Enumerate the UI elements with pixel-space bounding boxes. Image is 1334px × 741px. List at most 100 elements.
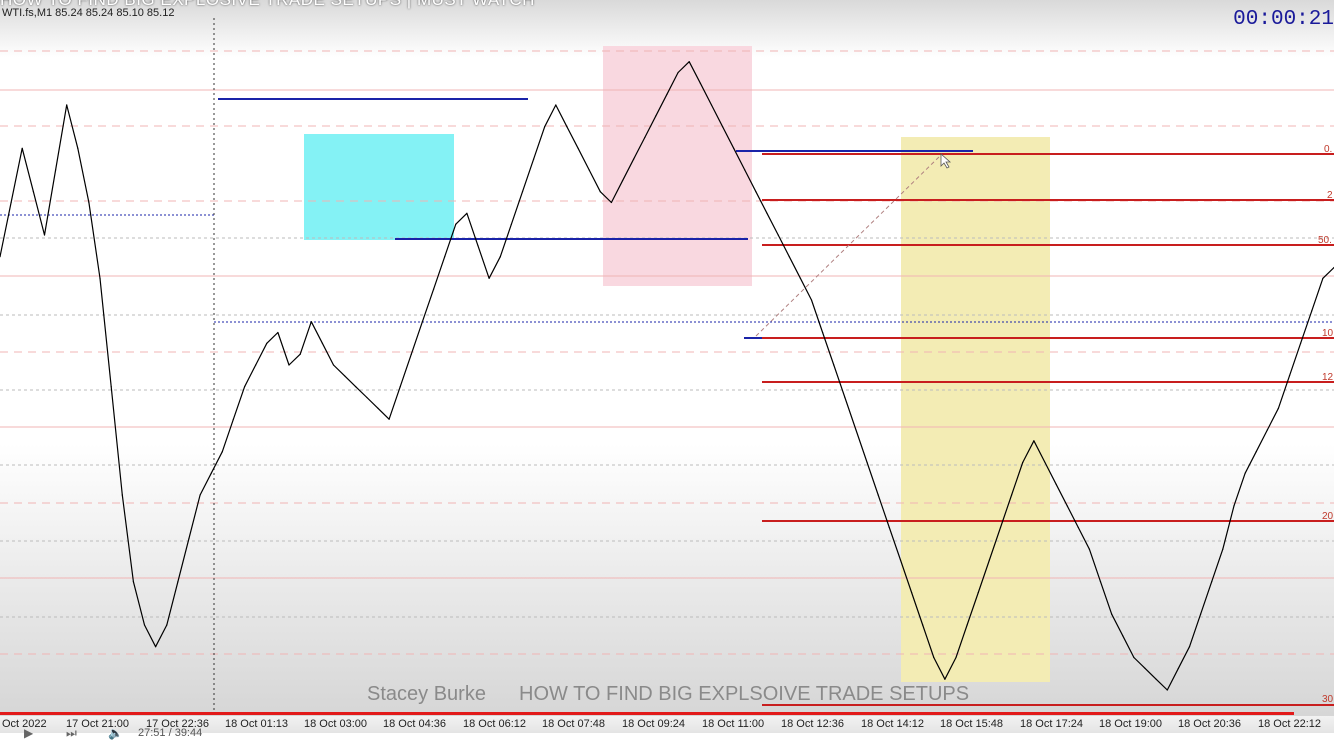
price-point	[99, 277, 101, 279]
price-point	[1233, 505, 1235, 507]
price-point	[799, 277, 802, 279]
price-point	[477, 245, 479, 247]
price-point	[977, 591, 979, 594]
x-tick-label: 18 Oct 17:24	[1020, 718, 1083, 730]
price-point	[1244, 472, 1246, 474]
price-point	[644, 136, 646, 139]
price-point	[744, 169, 746, 171]
price-point	[143, 624, 146, 626]
price-point	[410, 353, 412, 355]
price-point	[733, 147, 735, 149]
candle-timer: 00:00:21	[1233, 8, 1334, 31]
price-point	[32, 191, 35, 193]
play-icon[interactable]: ▶	[24, 726, 33, 740]
price-point	[1133, 656, 1135, 659]
price-point	[366, 396, 368, 399]
price-point	[822, 331, 824, 334]
price-point	[655, 115, 657, 117]
price-point	[1155, 678, 1157, 680]
x-tick-label: 18 Oct 01:13	[225, 718, 288, 730]
zone-cyan	[304, 134, 454, 240]
fib-label: 30	[1322, 694, 1334, 705]
price-point	[999, 526, 1002, 529]
price-chart	[0, 0, 1334, 716]
price-point	[177, 581, 179, 583]
volume-icon[interactable]: 🔈	[108, 726, 123, 740]
price-point	[1166, 689, 1168, 691]
x-tick-label: 18 Oct 03:00	[304, 718, 367, 730]
price-point	[633, 158, 635, 160]
fib-label: 20	[1322, 511, 1334, 522]
price-point	[1311, 310, 1313, 312]
price-point	[1144, 667, 1146, 669]
price-point	[577, 147, 579, 149]
price-point	[677, 71, 679, 74]
price-point	[288, 364, 290, 366]
price-point	[621, 180, 624, 182]
price-point	[1111, 613, 1113, 615]
price-point	[788, 256, 790, 258]
price-point	[166, 624, 168, 626]
price-point	[88, 201, 90, 204]
price-point	[666, 93, 668, 95]
video-progress-bar[interactable]	[0, 712, 1294, 715]
price-point	[566, 126, 568, 128]
fib-label: 10	[1322, 328, 1334, 339]
x-tick-label: 18 Oct 14:12	[861, 718, 924, 730]
fib-label: 0.	[1324, 144, 1333, 155]
price-point	[399, 386, 401, 388]
price-point	[911, 591, 913, 594]
price-point	[466, 212, 468, 214]
next-icon[interactable]: ⏭	[66, 726, 77, 741]
price-point	[810, 299, 813, 301]
price-point	[1088, 548, 1090, 550]
price-point	[244, 386, 246, 388]
price-point	[1055, 483, 1057, 485]
price-point	[510, 223, 512, 225]
price-point	[1222, 548, 1224, 550]
price-point	[433, 288, 435, 290]
price-point	[699, 82, 702, 84]
price-point	[255, 364, 257, 366]
price-point	[155, 646, 157, 648]
price-point	[722, 126, 724, 128]
price-point	[1322, 277, 1324, 279]
price-point	[1122, 635, 1124, 637]
price-point	[988, 559, 991, 561]
price-point	[499, 256, 501, 258]
x-tick-label: 18 Oct 20:36	[1178, 718, 1241, 730]
price-point	[933, 656, 935, 659]
price-point	[877, 494, 879, 496]
price-point	[1211, 581, 1213, 583]
watermark-title: HOW TO FIND BIG EXPLSOIVE TRADE SETUPS	[519, 683, 970, 705]
price-point	[10, 201, 12, 204]
x-tick-label: 18 Oct 07:48	[542, 718, 605, 730]
price-point	[1077, 526, 1079, 529]
price-point	[277, 331, 279, 334]
x-tick-label: 18 Oct 19:00	[1099, 718, 1162, 730]
price-point	[899, 559, 902, 561]
price-point	[833, 364, 835, 366]
price-point	[1099, 581, 1102, 583]
price-point	[488, 277, 490, 279]
price-point	[555, 104, 557, 106]
price-point	[221, 451, 223, 453]
price-point	[533, 158, 535, 160]
x-tick-label: 18 Oct 06:12	[463, 718, 526, 730]
x-tick-label: 18 Oct 22:12	[1258, 718, 1321, 730]
price-point	[922, 624, 924, 626]
fib-label: 50.	[1318, 235, 1332, 246]
price-point	[521, 191, 524, 193]
price-point	[1288, 375, 1291, 377]
price-point	[1277, 407, 1279, 409]
price-point	[1300, 342, 1302, 344]
price-point	[777, 234, 779, 236]
price-point	[1177, 667, 1179, 669]
price-point	[544, 126, 546, 128]
price-point	[1200, 613, 1202, 615]
price-point	[688, 61, 690, 63]
x-tick-label: 18 Oct 11:00	[702, 718, 765, 730]
price-point	[1011, 494, 1013, 496]
price-point	[132, 581, 134, 583]
price-point	[610, 201, 613, 204]
